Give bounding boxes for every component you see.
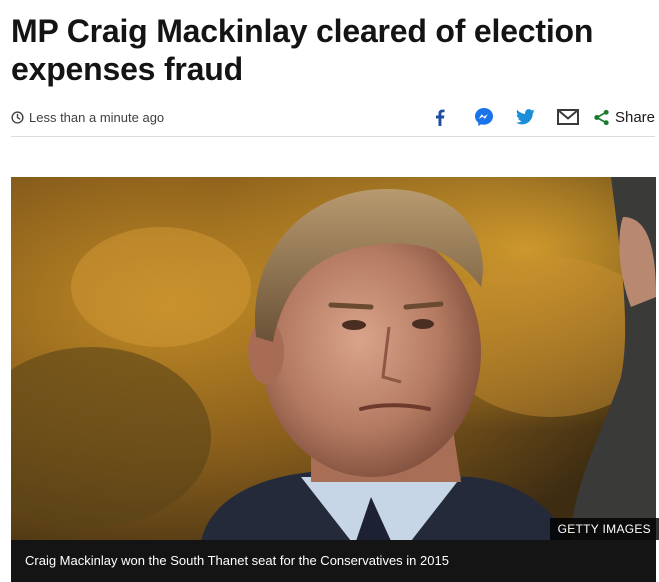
- messenger-icon[interactable]: [473, 106, 495, 128]
- share-tools: Share: [429, 106, 655, 128]
- image-caption: Craig Mackinlay won the South Thanet sea…: [11, 540, 656, 582]
- share-label: Share: [614, 108, 655, 126]
- share-button[interactable]: Share: [593, 109, 655, 126]
- share-icon: [594, 109, 609, 125]
- article-meta: Less than a minute ago Share: [11, 100, 655, 137]
- clock-icon: [11, 111, 24, 124]
- timestamp: Less than a minute ago: [11, 110, 164, 125]
- timestamp-text: Less than a minute ago: [29, 110, 165, 125]
- facebook-icon[interactable]: [429, 106, 451, 128]
- twitter-icon[interactable]: [515, 106, 537, 128]
- email-icon[interactable]: [556, 106, 579, 128]
- photo: [11, 177, 656, 541]
- headline: MP Craig Mackinlay cleared of election e…: [11, 13, 594, 87]
- article: MP Craig Mackinlay cleared of election e…: [0, 0, 659, 582]
- image-credit: GETTY IMAGES: [549, 518, 659, 540]
